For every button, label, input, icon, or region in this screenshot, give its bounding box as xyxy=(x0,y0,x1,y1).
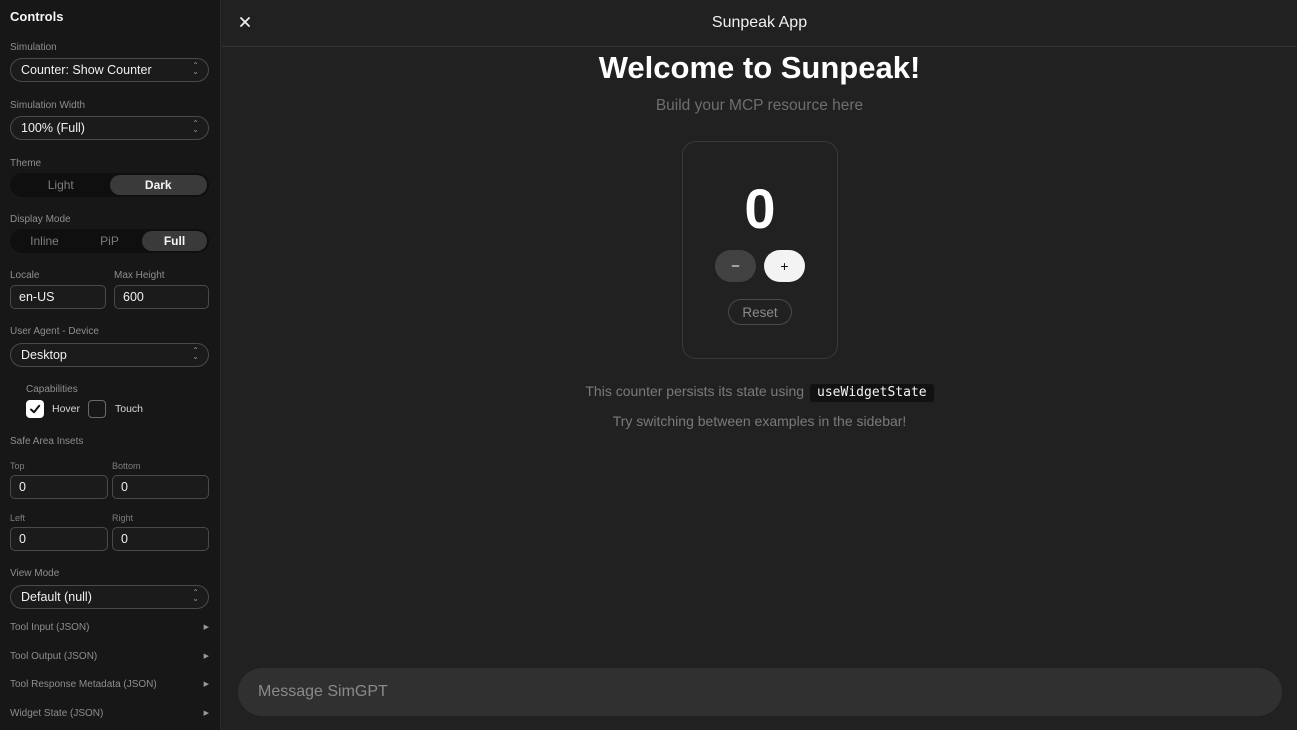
increment-button[interactable]: + xyxy=(764,250,805,282)
triangle-right-icon: ▶ xyxy=(203,710,209,717)
theme-label: Theme xyxy=(10,158,42,169)
user-agent-select[interactable]: Desktop ⌃ ⌄ xyxy=(10,343,209,367)
simulation-width-select[interactable]: 100% (Full) ⌃ ⌄ xyxy=(10,116,209,140)
locale-input[interactable]: en-US xyxy=(10,285,106,309)
simulation-select-value: Counter: Show Counter xyxy=(21,63,152,77)
triangle-right-icon: ▶ xyxy=(203,681,209,688)
widget-state-toggle[interactable]: Widget State (JSON) ▶ xyxy=(10,708,209,719)
simulation-width-value: 100% (Full) xyxy=(21,121,85,135)
decrement-button[interactable]: − xyxy=(715,250,756,282)
reset-button[interactable]: Reset xyxy=(728,299,792,325)
welcome-subtitle: Build your MCP resource here xyxy=(655,97,864,114)
tool-response-metadata-toggle[interactable]: Tool Response Metadata (JSON) ▶ xyxy=(10,679,209,690)
tool-input-label: Tool Input (JSON) xyxy=(10,622,90,633)
inset-top-input[interactable]: 0 xyxy=(10,475,108,499)
widget-state-label: Widget State (JSON) xyxy=(10,708,104,719)
sidebar-title: Controls xyxy=(10,9,64,24)
display-mode-option-full[interactable]: Full xyxy=(142,231,207,251)
simulation-label: Simulation xyxy=(10,42,57,53)
simulation-select[interactable]: Counter: Show Counter ⌃ ⌄ xyxy=(10,58,209,82)
app-main: Sunpeak App Welcome to Sunpeak! Build yo… xyxy=(222,0,1297,730)
inset-right-input[interactable]: 0 xyxy=(112,527,209,551)
sidebar-hint: Try switching between examples in the si… xyxy=(612,413,907,429)
app-header: Sunpeak App xyxy=(222,0,1297,47)
triangle-right-icon: ▶ xyxy=(203,624,209,631)
chevron-updown-icon: ⌃ ⌄ xyxy=(192,346,199,361)
inset-bottom-input[interactable]: 0 xyxy=(112,475,209,499)
max-height-label: Max Height xyxy=(114,270,165,281)
tool-input-toggle[interactable]: Tool Input (JSON) ▶ xyxy=(10,622,209,633)
inset-left-input[interactable]: 0 xyxy=(10,527,108,551)
locale-label: Locale xyxy=(10,270,40,281)
chevron-updown-icon: ⌃ ⌄ xyxy=(192,588,199,603)
display-mode-label: Display Mode xyxy=(10,214,71,225)
display-mode-option-pip[interactable]: PiP xyxy=(77,231,142,251)
inset-left-label: Left xyxy=(10,513,26,523)
safe-area-label: Safe Area Insets xyxy=(10,436,84,447)
inset-top-label: Top xyxy=(10,461,25,471)
inset-right-label: Right xyxy=(112,513,134,523)
check-icon xyxy=(30,404,41,414)
theme-toggle: Light Dark xyxy=(10,173,209,197)
welcome-heading: Welcome to Sunpeak! xyxy=(598,50,921,85)
view-mode-label: View Mode xyxy=(10,568,60,579)
chevron-updown-icon: ⌃ ⌄ xyxy=(192,61,199,76)
hover-checkbox[interactable] xyxy=(26,400,44,418)
counter-value: 0 xyxy=(744,177,776,240)
user-agent-value: Desktop xyxy=(21,348,67,362)
message-composer xyxy=(238,668,1282,716)
inset-bottom-label: Bottom xyxy=(112,461,141,471)
triangle-right-icon: ▶ xyxy=(203,653,209,660)
view-mode-select[interactable]: Default (null) ⌃ ⌄ xyxy=(10,585,209,609)
message-input[interactable] xyxy=(258,668,1258,716)
display-mode-option-inline[interactable]: Inline xyxy=(12,231,77,251)
chevron-updown-icon: ⌃ ⌄ xyxy=(192,119,199,134)
display-mode-toggle: Inline PiP Full xyxy=(10,229,209,253)
view-mode-value: Default (null) xyxy=(21,590,92,604)
theme-option-dark[interactable]: Dark xyxy=(109,175,207,195)
counter-card: 0 xyxy=(682,141,838,359)
user-agent-label: User Agent - Device xyxy=(10,326,99,337)
state-info-code: useWidgetState xyxy=(810,384,934,402)
controls-sidebar: Controls Simulation Counter: Show Counte… xyxy=(0,0,221,730)
capabilities-label: Capabilities xyxy=(26,384,78,395)
touch-checkbox[interactable] xyxy=(88,400,106,418)
tool-output-label: Tool Output (JSON) xyxy=(10,651,98,662)
hover-checkbox-label: Hover xyxy=(52,403,81,415)
max-height-input[interactable]: 600 xyxy=(114,285,209,309)
tool-output-toggle[interactable]: Tool Output (JSON) ▶ xyxy=(10,651,209,662)
app-title: Sunpeak App xyxy=(711,14,808,31)
state-info: This counter persists its state using use… xyxy=(222,383,1297,402)
touch-checkbox-label: Touch xyxy=(115,403,144,415)
tool-response-metadata-label: Tool Response Metadata (JSON) xyxy=(10,679,157,690)
theme-option-light[interactable]: Light xyxy=(12,175,110,195)
simulation-width-label: Simulation Width xyxy=(10,100,86,111)
state-info-text: This counter persists its state using xyxy=(585,383,805,399)
